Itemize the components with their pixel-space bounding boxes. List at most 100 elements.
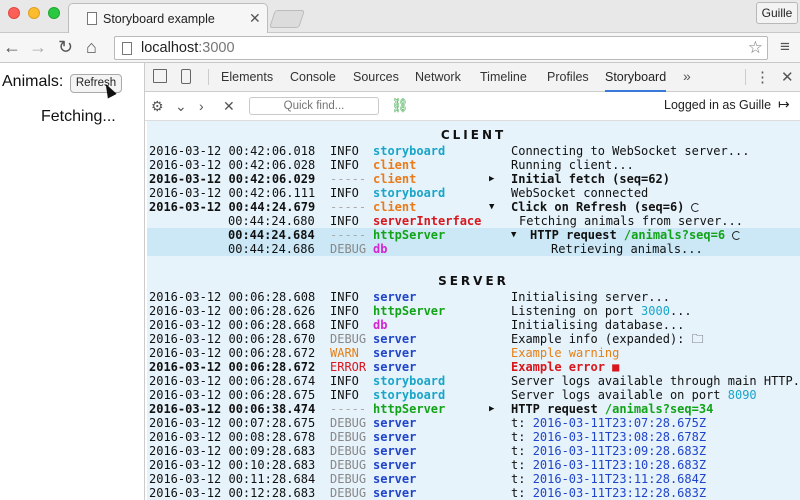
log-level: INFO [330,214,359,228]
port-number: 3000 [641,304,670,318]
log-timestamp: 2016-03-12 00:07:28.675 [149,416,316,430]
close-icon[interactable]: ✕ [781,68,794,86]
log-row[interactable]: 2016-03-12 00:42:06.029 ----- client ▶ Initi… [147,172,800,186]
tab-console[interactable]: Console [290,63,336,92]
gear-icon[interactable]: ⚙ [151,98,164,114]
log-source: server [373,290,417,304]
server-rows: 2016-03-12 00:06:28.608 INFO server Initial… [147,290,800,500]
log-timestamp: 2016-03-12 00:06:28.670 [149,332,316,346]
log-message: Example warning [511,346,620,360]
log-row: 2016-03-12 00:06:28.672 ERROR server Exampl… [147,360,800,374]
close-icon[interactable]: ✕ [249,10,261,27]
log-row[interactable]: 2016-03-12 00:44:24.679 ----- client ▼ Click… [147,200,800,214]
log-timestamp: 00:44:24.684 [228,228,315,242]
collapsed-arrow-icon[interactable]: ▶ [489,172,494,186]
profile-button[interactable]: Guille [756,2,798,24]
collapsed-arrow-icon[interactable]: ▶ [489,402,494,416]
tab-elements[interactable]: Elements [221,63,273,92]
logout-icon[interactable]: ↦ [778,96,790,113]
more-tabs-icon[interactable]: » [683,68,691,84]
home-icon[interactable]: ⌂ [86,37,97,57]
log-row[interactable]: 2016-03-12 00:06:38.474 ----- httpServer ▶ H… [147,402,800,416]
log-row: 2016-03-12 00:06:28.668 INFO db Initialisin… [147,318,800,332]
log-message: t: 2016-03-11T23:11:28.684Z [511,472,706,486]
log-level: INFO [330,290,359,304]
log-level: DEBUG [330,430,367,444]
log-source: httpServer [373,304,446,318]
clear-icon[interactable]: ✕ [223,98,235,114]
log-message: t: 2016-03-11T23:09:28.683Z [511,444,706,458]
log-row: 2016-03-12 00:11:28.684 DEBUG server t: 201… [147,472,800,486]
log-timestamp: 2016-03-12 00:08:28.678 [149,430,316,444]
log-row: 00:44:24.686 DEBUG db Retrieving animals... [147,242,800,256]
log-source: storyboard [373,374,446,388]
log-message-text: HTTP request [530,228,624,242]
address-bar[interactable]: localhost:3000 ☆ [114,36,768,60]
log-source: server [373,416,417,430]
maximize-window-button[interactable] [48,7,60,19]
inspect-element-icon[interactable] [153,69,167,83]
tab-sources[interactable]: Sources [353,63,399,92]
forward-arrow-icon[interactable]: → [29,37,47,57]
timestamp-value: 2016-03-11T23:10:28.683Z [532,458,707,472]
log-level: DEBUG [330,416,367,430]
timestamp-value: 2016-03-11T23:07:28.675Z [532,416,707,430]
device-mode-icon[interactable] [181,69,191,84]
tab-storyboard[interactable]: Storyboard [605,63,667,92]
log-level: INFO [330,304,359,318]
log-row: 2016-03-12 00:06:28.670 DEBUG server Exampl… [147,332,800,346]
new-tab-button[interactable] [269,10,305,28]
quick-find-input[interactable] [249,97,379,115]
log-level: INFO [330,388,359,402]
collapse-all-icon[interactable]: ⌄ [175,98,187,114]
expanded-arrow-icon[interactable]: ▼ [489,200,494,214]
log-timestamp: 00:44:24.680 [228,214,315,228]
minimize-window-button[interactable] [28,7,40,19]
log-timestamp: 2016-03-12 00:06:28.672 [149,346,316,360]
bookmark-star-icon[interactable]: ☆ [748,38,763,58]
log-row: 2016-03-12 00:07:28.675 DEBUG server t: 201… [147,416,800,430]
log-timestamp: 2016-03-12 00:06:28.674 [149,374,316,388]
server-title: SERVER [438,274,509,288]
client-section: CLIENT 2016-03-12 00:42:06.018 INFO storyb… [147,126,800,256]
log-level: INFO [330,186,359,200]
log-timestamp: 2016-03-12 00:11:28.684 [149,472,316,486]
log-level: DEBUG [330,486,367,500]
log-row: 2016-03-12 00:08:28.678 DEBUG server t: 201… [147,430,800,444]
divider [208,69,209,85]
browser-tab[interactable]: Storyboard example ✕ [68,3,268,34]
tab-timeline[interactable]: Timeline [480,63,527,92]
expand-all-icon[interactable]: › [199,98,204,114]
log-row[interactable]: 00:44:24.684 ----- httpServer ▼ HTTP request… [147,228,800,242]
log-timestamp: 2016-03-12 00:06:28.608 [149,290,316,304]
log-row: 2016-03-12 00:42:06.018 INFO storyboard Con… [147,144,800,158]
log-message: Server logs available through main HTTP.… [511,374,800,388]
client-title: CLIENT [440,128,507,142]
request-path: /animals?seq=6 [623,228,726,242]
more-options-icon[interactable]: ⋮ [755,68,770,86]
url-text[interactable]: localhost:3000 [141,40,235,56]
spinner-icon [691,203,701,212]
log-level: ----- [330,228,367,242]
log-level: DEBUG [330,472,367,486]
server-section: SERVER 2016-03-12 00:06:28.608 INFO server… [147,272,800,500]
log-message: HTTP request /animals?seq=6 [530,228,742,242]
back-arrow-icon[interactable]: ← [3,37,21,57]
expanded-arrow-icon[interactable]: ▼ [511,228,516,242]
log-message: WebSocket connected [511,186,649,200]
tab-profiles[interactable]: Profiles [547,63,589,92]
log-message: t: 2016-03-11T23:07:28.675Z [511,416,706,430]
reload-icon[interactable]: ↻ [58,37,73,57]
close-window-button[interactable] [8,7,20,19]
tab-network[interactable]: Network [415,63,461,92]
log-timestamp: 2016-03-12 00:06:28.675 [149,388,316,402]
log-message: Initial fetch (seq=62) [511,172,670,186]
link-icon[interactable]: ⛓ [391,97,409,114]
log-level: ----- [330,200,367,214]
browser-menu-icon[interactable]: ≡ [780,38,790,56]
log-message: Initialising database... [511,318,685,332]
log-source: client [373,158,417,172]
log-timestamp: 00:44:24.686 [228,242,315,256]
log-message-text: Listening on port [511,304,642,318]
log-source: db [373,318,388,332]
